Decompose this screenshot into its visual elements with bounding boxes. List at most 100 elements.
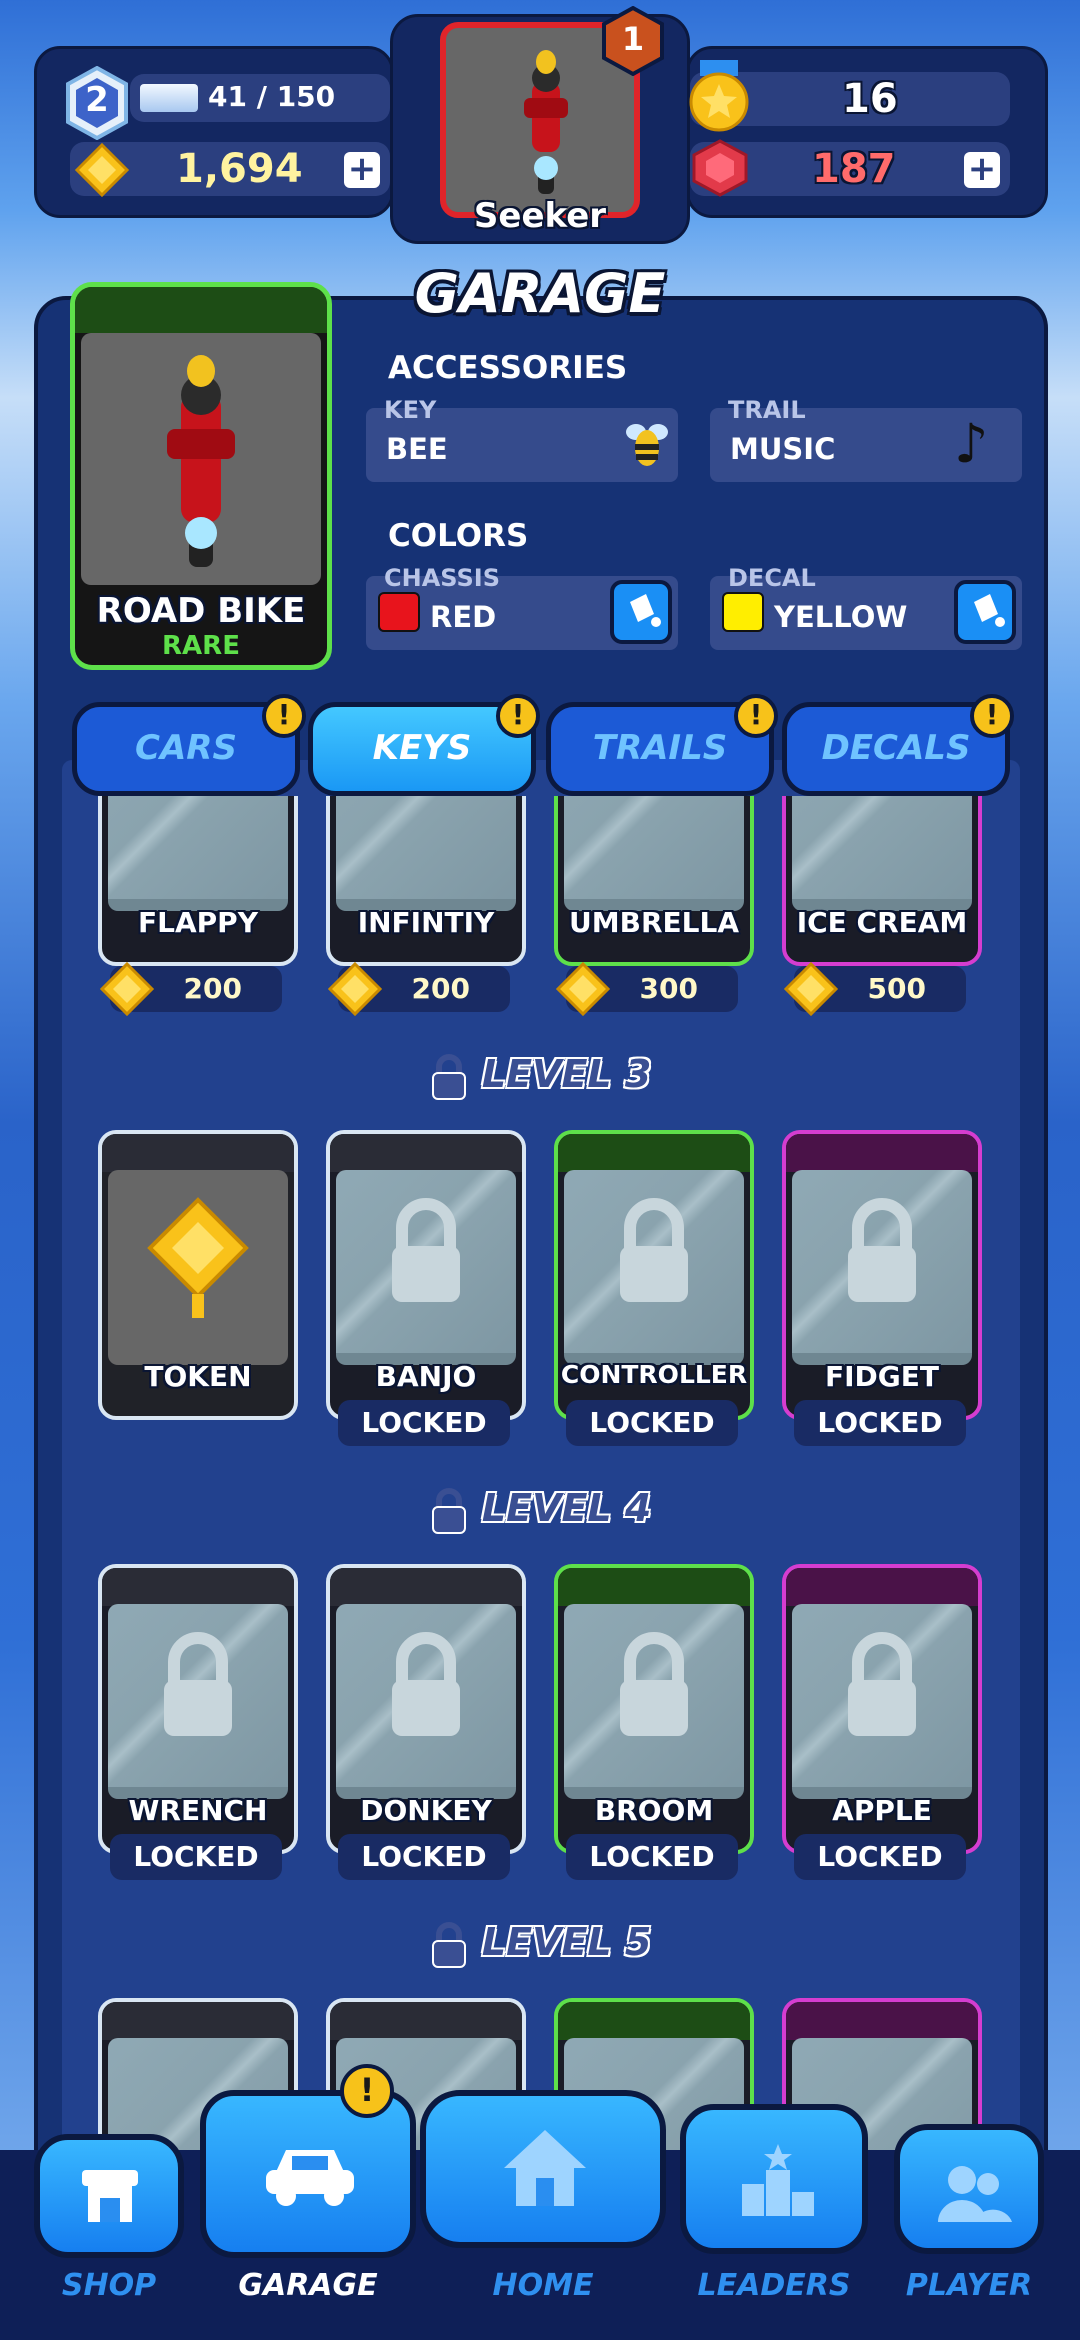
item-card[interactable]: DONKEY [326,1564,526,1854]
nav-leaders-label[interactable]: LEADERS [680,2268,868,2303]
item-image [336,1170,516,1365]
decal-value: YELLOW [774,600,908,634]
nav-player-label[interactable]: PLAYER [894,2268,1044,2303]
item-name: UMBRELLA [569,906,739,939]
item-card[interactable]: TOKEN [98,1130,298,1420]
nav-home-label[interactable]: HOME [420,2268,666,2303]
car-icon [266,2150,354,2206]
item-name: FLAPPY [138,906,258,939]
item-image [792,796,972,911]
item-card[interactable]: ICE CREAM [782,796,982,966]
lock-icon [164,1632,232,1736]
lock-icon [848,1198,916,1302]
token-icon [147,1197,249,1318]
colors-title: COLORS [388,518,529,554]
item-name: APPLE [832,1794,932,1827]
add-coins-button[interactable]: + [344,152,380,188]
lock-icon [429,1053,469,1101]
accessories-title: ACCESSORIES [388,350,628,386]
card-stars [558,2002,750,2040]
vehicle-image [81,333,321,585]
decal-paint-button[interactable] [954,580,1016,644]
decal-field[interactable]: DECAL YELLOW [710,564,1022,650]
chassis-field[interactable]: CHASSIS RED [366,564,678,650]
trail-value: MUSIC [730,432,836,466]
player-icon [938,2166,1012,2222]
coin-icon [784,962,838,1016]
item-name: FIDGET [825,1360,939,1393]
medals-count: 16 [842,76,898,122]
level-4-header: LEVEL 4 [62,1486,1020,1535]
notification-badge[interactable]: 1 [598,5,668,77]
item-name: TOKEN [144,1360,252,1393]
card-stars [102,2002,294,2040]
item-name: INFINTIY [357,906,495,939]
item-image [564,1604,744,1799]
podium-icon [742,2144,814,2216]
level-5-header: LEVEL 5 [62,1920,1020,1969]
item-card[interactable]: INFINTIY [326,796,526,966]
item-name: DONKEY [360,1794,492,1827]
item-card[interactable]: UMBRELLA [554,796,754,966]
key-field[interactable]: KEY BEE [366,396,678,482]
item-image [564,796,744,911]
chassis-label: CHASSIS [384,564,500,592]
item-image [564,1170,744,1365]
locked-label: LOCKED [110,1834,282,1880]
tab-decals-badge: ! [970,694,1014,738]
card-stars [330,1134,522,1172]
level-badge: 2 [60,65,134,141]
nav-shop-label[interactable]: SHOP [34,2268,184,2303]
item-card[interactable]: FIDGET [782,1130,982,1420]
gems-count: 187 [812,146,896,192]
items-scroll-area[interactable]: FLAPPY INFINTIY UMBRELLA ICE CREAM 200 2… [62,796,1020,2240]
nav-garage-button[interactable] [200,2090,416,2258]
nav-shop-button[interactable] [34,2134,184,2258]
locked-label: LOCKED [566,1400,738,1446]
level-5-label: LEVEL 5 [481,1920,652,1964]
locked-label: LOCKED [794,1400,966,1446]
decal-swatch [722,592,764,632]
item-card[interactable]: WRENCH [98,1564,298,1854]
price-value: 300 [639,972,698,1005]
price-value: 500 [867,972,926,1005]
nav-home-button[interactable] [420,2090,666,2248]
chassis-swatch [378,592,420,632]
item-image [108,1170,288,1365]
vehicle-card[interactable]: ROAD BIKE RARE [70,282,332,670]
add-gems-button[interactable]: + [964,152,1000,188]
key-value: BEE [386,432,448,466]
shop-icon [82,2170,138,2222]
item-card[interactable]: BANJO [326,1130,526,1420]
coin-icon [328,962,382,1016]
chassis-paint-button[interactable] [610,580,672,644]
vehicle-card-stars [75,287,327,333]
home-icon [504,2130,586,2206]
nav-garage-badge: ! [340,2064,394,2118]
locked-label: LOCKED [338,1400,510,1446]
trail-field[interactable]: TRAIL MUSIC ♪ [710,396,1022,482]
decal-label: DECAL [728,564,816,592]
road-bike-icon [167,355,235,567]
notification-count: 1 [621,20,645,58]
lock-icon [620,1632,688,1736]
level-3-label: LEVEL 3 [481,1052,652,1096]
medal-icon [686,60,752,134]
card-stars [330,1568,522,1606]
card-stars [786,1568,978,1606]
item-card[interactable]: FLAPPY [98,796,298,966]
bee-icon [624,418,670,470]
gem-icon [690,138,750,198]
item-card[interactable]: CONTROLLER [554,1130,754,1420]
item-card[interactable]: APPLE [782,1564,982,1854]
card-stars [102,1134,294,1172]
nav-player-button[interactable] [894,2124,1044,2254]
item-card[interactable]: BROOM [554,1564,754,1854]
nav-leaders-button[interactable] [680,2104,868,2254]
item-name: ICE CREAM [796,906,968,939]
item-name: CONTROLLER [560,1360,748,1389]
xp-text: 41 / 150 [208,80,336,113]
card-stars [558,1134,750,1172]
item-image [792,1170,972,1365]
nav-garage-label[interactable]: GARAGE [200,2268,416,2303]
